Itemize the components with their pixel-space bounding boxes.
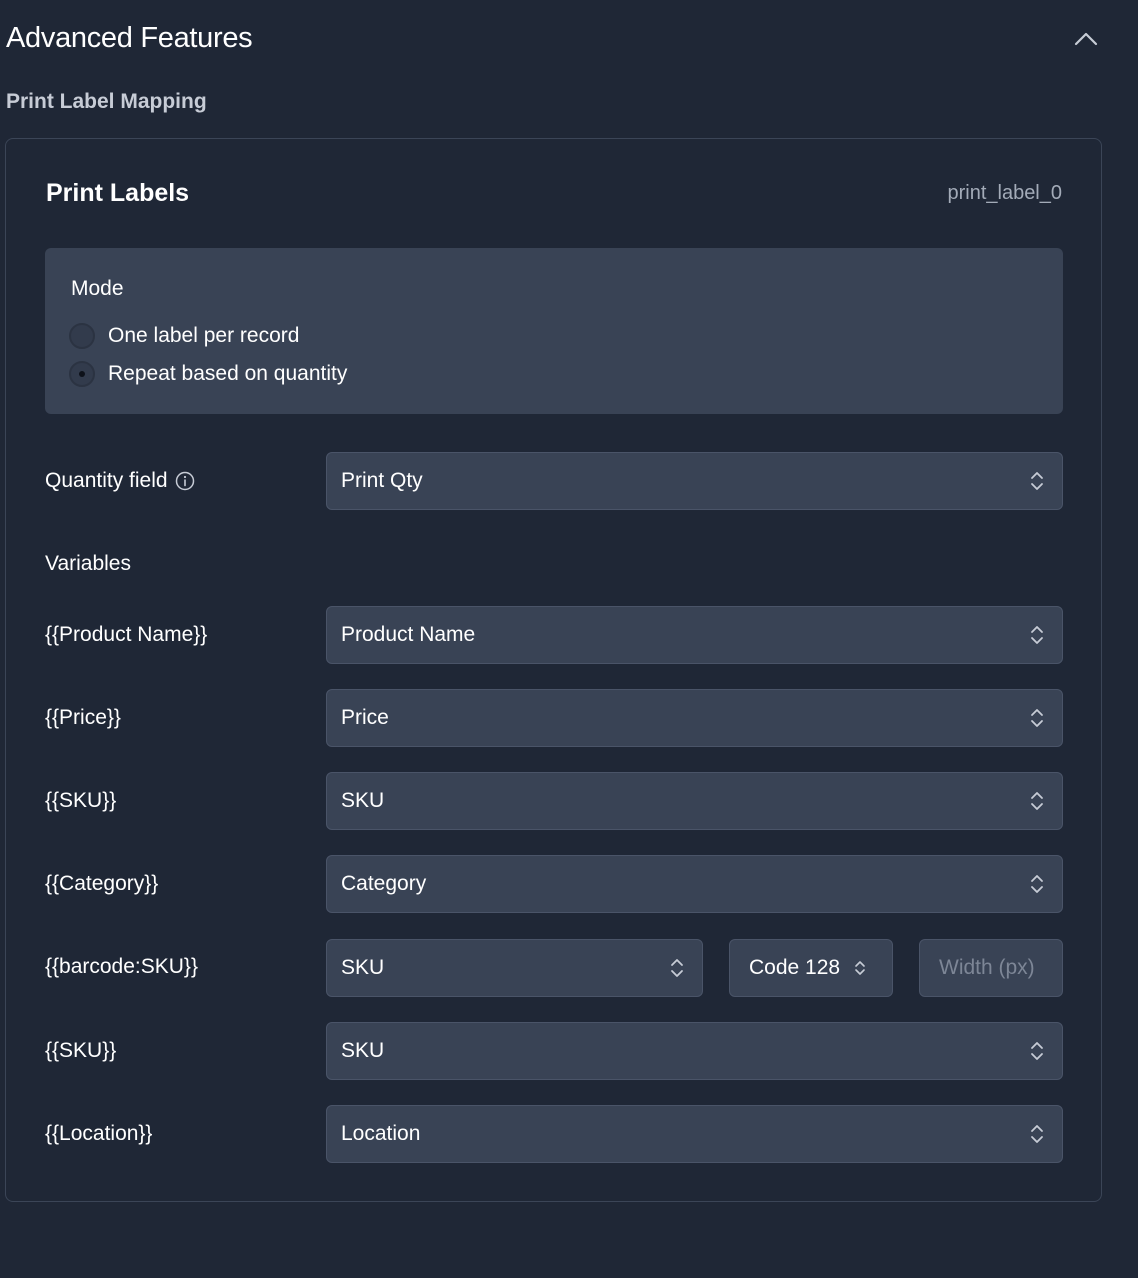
chevron-up-down-icon [1030,873,1044,895]
chevron-up-down-icon [1030,624,1044,646]
select-value: SKU [341,956,385,979]
chevron-up-down-icon [1030,790,1044,812]
variable-select[interactable]: Location [326,1105,1063,1163]
variable-select[interactable]: SKU [326,772,1063,830]
select-value: Category [341,872,427,895]
chevron-up-down-icon [1030,1123,1044,1145]
select-value: Code 128 [749,956,841,979]
select-value: SKU [341,1039,385,1062]
variable-select[interactable]: SKU [326,1022,1063,1080]
variable-label: {{SKU}} [45,1039,117,1062]
barcode-field-select[interactable]: SKU [326,939,703,997]
mode-box: Mode One label per record Repeat based o… [45,248,1063,414]
chevron-up-down-icon [670,957,684,979]
variable-label: {{Price}} [45,706,121,729]
select-value: Price [341,706,389,729]
card-title: Print Labels [46,179,190,207]
barcode-type-select[interactable]: Code 128 [729,939,893,997]
chevron-up-down-icon [1030,1040,1044,1062]
select-value: Print Qty [341,469,423,492]
select-value: Location [341,1122,421,1145]
chevron-up-down-icon [854,959,866,977]
variable-label: {{barcode:SKU}} [45,955,198,978]
quantity-field-label-text: Quantity field [45,469,168,492]
section-label: Print Label Mapping [6,90,207,113]
radio-button[interactable] [69,323,95,349]
variable-select[interactable]: Price [326,689,1063,747]
variable-select[interactable]: Category [326,855,1063,913]
variables-label: Variables [45,552,131,575]
variable-label: {{Location}} [45,1122,153,1145]
variable-select[interactable]: Product Name [326,606,1063,664]
mode-title: Mode [71,277,124,300]
select-value: SKU [341,789,385,812]
chevron-up-down-icon [1030,707,1044,729]
radio-dot [79,371,85,377]
advanced-features-title: Advanced Features [6,22,253,54]
info-icon[interactable] [175,471,195,491]
print-labels-card: Print Labels print_label_0 Mode One labe… [5,138,1102,1202]
radio-label: One label per record [108,324,300,347]
barcode-width-input[interactable] [919,939,1063,997]
radio-label: Repeat based on quantity [108,362,348,385]
quantity-field-select[interactable]: Print Qty [326,452,1063,510]
radio-button-selected[interactable] [69,361,95,387]
radio-one-per-record[interactable]: One label per record [69,322,299,350]
collapse-button[interactable] [1070,24,1102,54]
chevron-up-down-icon [1030,470,1044,492]
select-value: Product Name [341,623,476,646]
variable-label: {{Category}} [45,872,159,895]
card-id: print_label_0 [947,182,1062,204]
quantity-field-label: Quantity field [45,469,195,493]
variable-label: {{SKU}} [45,789,117,812]
radio-repeat-quantity[interactable]: Repeat based on quantity [69,360,347,388]
variable-label: {{Product Name}} [45,623,208,646]
chevron-up-icon [1074,32,1098,46]
